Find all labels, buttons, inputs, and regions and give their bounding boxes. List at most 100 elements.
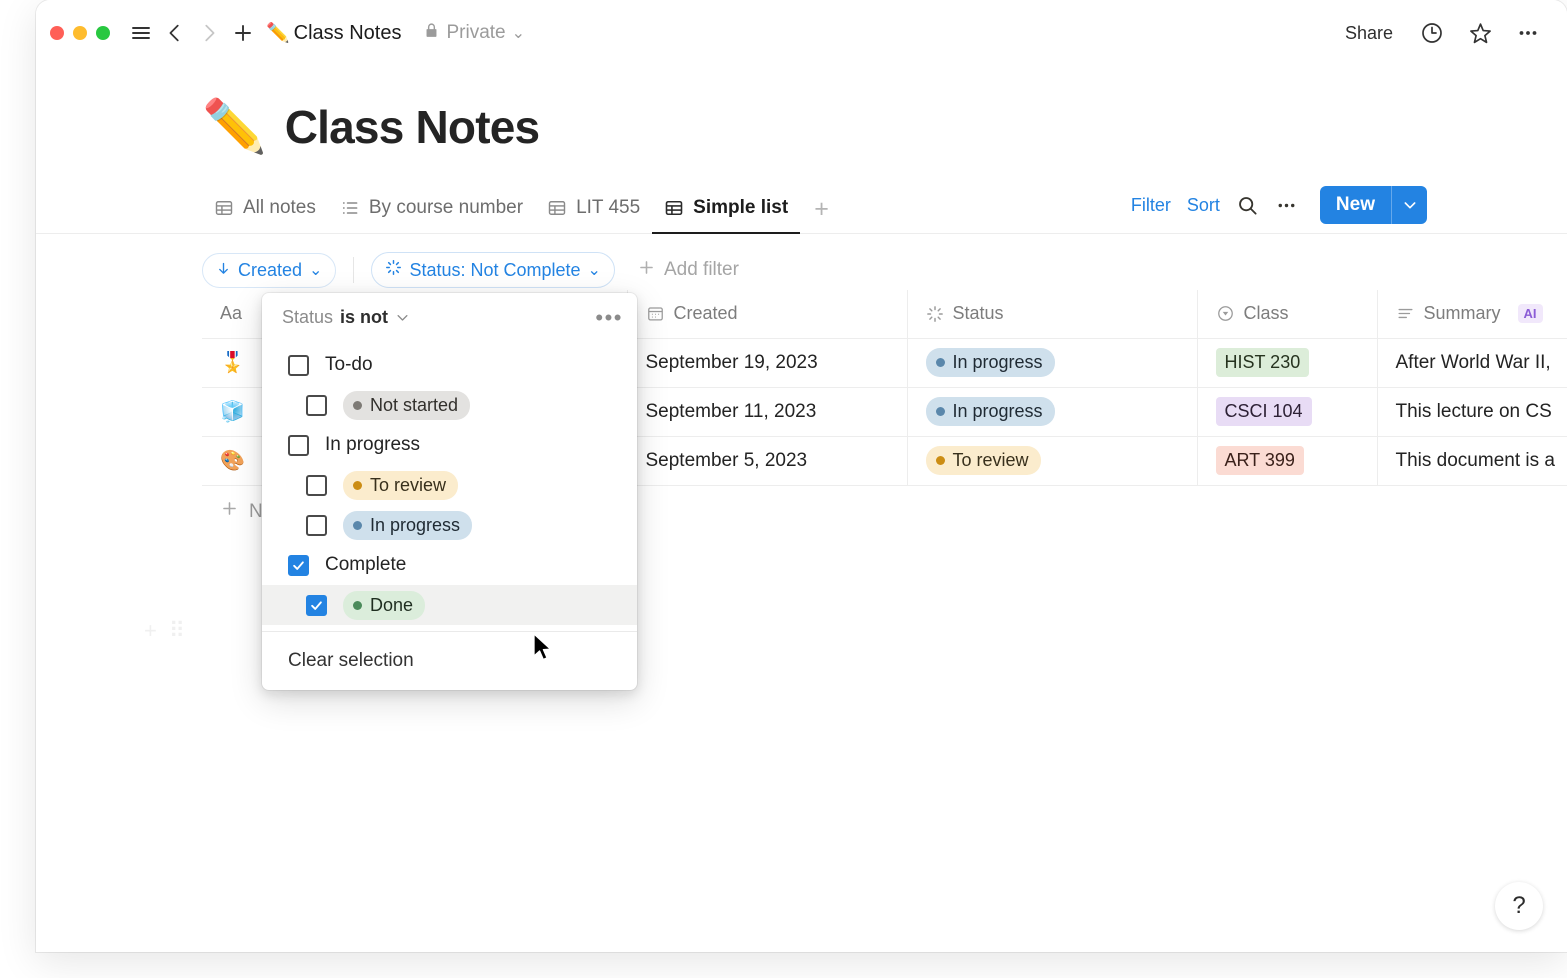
cell-summary[interactable]: This document is a bbox=[1377, 436, 1567, 485]
tab-all-notes[interactable]: All notes bbox=[202, 197, 328, 234]
popup-footer: Clear selection bbox=[262, 631, 637, 690]
status-dot-icon bbox=[353, 601, 362, 610]
option-status-badge: To review bbox=[343, 471, 458, 500]
column-header-status[interactable]: Status bbox=[907, 290, 1197, 338]
option-in-progress-group[interactable]: In progress bbox=[262, 425, 637, 465]
view-ellipsis-icon[interactable] bbox=[1275, 194, 1298, 217]
lock-icon bbox=[423, 22, 440, 45]
calendar-icon bbox=[646, 304, 665, 323]
breadcrumb-page-name[interactable]: Class Notes bbox=[294, 22, 402, 45]
new-record-button[interactable]: New bbox=[1320, 186, 1427, 224]
text-lines-icon bbox=[1396, 304, 1415, 323]
sort-chip-chevron-down-icon: ⌄ bbox=[309, 260, 322, 280]
cell-class[interactable]: HIST 230 bbox=[1197, 338, 1377, 387]
privacy-selector[interactable]: Private ⌄ bbox=[423, 22, 525, 45]
share-button[interactable]: Share bbox=[1337, 19, 1401, 48]
status-badge: In progress bbox=[926, 348, 1055, 377]
page-title: ✏️ Class Notes bbox=[36, 66, 1567, 154]
cell-created[interactable]: September 11, 2023 bbox=[627, 387, 907, 436]
option-to-review[interactable]: To review bbox=[262, 465, 637, 505]
minimize-window-button[interactable] bbox=[73, 26, 87, 40]
sort-chip-created[interactable]: Created ⌄ bbox=[202, 253, 336, 288]
column-header-created[interactable]: Created bbox=[627, 290, 907, 338]
status-dot-icon bbox=[353, 481, 362, 490]
filter-chip-chevron-down-icon: ⌄ bbox=[588, 260, 601, 280]
maximize-window-button[interactable] bbox=[96, 26, 110, 40]
star-icon[interactable] bbox=[1463, 16, 1497, 50]
option-status-badge: Not started bbox=[343, 391, 470, 420]
option-label: Not started bbox=[370, 395, 458, 416]
help-button[interactable]: ? bbox=[1495, 882, 1543, 930]
back-chevron-left-icon[interactable] bbox=[158, 16, 192, 50]
popup-condition-label[interactable]: is not bbox=[340, 307, 388, 328]
popup-ellipsis-icon[interactable]: ••• bbox=[595, 312, 623, 323]
clock-icon[interactable] bbox=[1415, 16, 1449, 50]
clear-selection-button[interactable]: Clear selection bbox=[262, 632, 637, 690]
table-icon bbox=[547, 198, 567, 218]
status-dot-icon bbox=[936, 358, 945, 367]
new-record-chevron-down-icon[interactable] bbox=[1391, 186, 1427, 224]
option-label: In progress bbox=[370, 515, 460, 536]
status-badge: To review bbox=[926, 446, 1041, 475]
cell-class[interactable]: CSCI 104 bbox=[1197, 387, 1377, 436]
breadcrumb-page-emoji: ✏️ bbox=[266, 21, 290, 45]
cell-status[interactable]: In progress bbox=[907, 387, 1197, 436]
class-tag: CSCI 104 bbox=[1216, 397, 1312, 426]
cell-created[interactable]: September 19, 2023 bbox=[627, 338, 907, 387]
titlebar-actions: Share bbox=[1337, 16, 1545, 50]
cell-status[interactable]: In progress bbox=[907, 338, 1197, 387]
cell-status[interactable]: To review bbox=[907, 436, 1197, 485]
add-view-plus-icon[interactable]: + bbox=[800, 197, 839, 233]
option-not-started[interactable]: Not started bbox=[262, 385, 637, 425]
option-to-do[interactable]: To-do bbox=[262, 345, 637, 385]
checkbox[interactable] bbox=[288, 435, 309, 456]
checkbox[interactable] bbox=[306, 475, 327, 496]
checkbox[interactable] bbox=[306, 395, 327, 416]
cell-summary[interactable]: This lecture on CS bbox=[1377, 387, 1567, 436]
add-block-plus-icon[interactable]: + bbox=[144, 618, 157, 644]
filter-chip-status[interactable]: Status: Not Complete ⌄ bbox=[371, 252, 615, 288]
checkbox[interactable] bbox=[288, 355, 309, 376]
app-window: ✏️ Class Notes Private ⌄ Share bbox=[36, 0, 1567, 952]
tab-by-course-number[interactable]: By course number bbox=[328, 197, 535, 234]
column-label: Class bbox=[1244, 303, 1289, 324]
checkbox[interactable] bbox=[306, 515, 327, 536]
desktop-background: ✏️ Class Notes Private ⌄ Share bbox=[0, 0, 1567, 978]
forward-chevron-right-icon[interactable] bbox=[192, 16, 226, 50]
column-header-summary[interactable]: Summary AI bbox=[1377, 290, 1567, 338]
cell-created[interactable]: September 5, 2023 bbox=[627, 436, 907, 485]
hamburger-icon[interactable] bbox=[124, 16, 158, 50]
status-label: In progress bbox=[953, 352, 1043, 373]
new-page-plus-icon[interactable] bbox=[226, 16, 260, 50]
option-complete-group[interactable]: Complete bbox=[262, 545, 637, 585]
tab-label: All notes bbox=[243, 197, 316, 219]
tab-simple-list[interactable]: Simple list bbox=[652, 197, 800, 234]
view-tabs: All notes By course number LIT 455 bbox=[202, 197, 839, 233]
mouse-cursor bbox=[533, 633, 555, 668]
column-header-class[interactable]: Class bbox=[1197, 290, 1377, 338]
option-label: To-do bbox=[325, 354, 373, 376]
status-dot-icon bbox=[353, 401, 362, 410]
sort-button[interactable]: Sort bbox=[1187, 195, 1220, 216]
drag-handle-icon[interactable]: ⠿ bbox=[169, 618, 185, 644]
option-done[interactable]: Done bbox=[262, 585, 637, 625]
option-in-progress[interactable]: In progress bbox=[262, 505, 637, 545]
status-label: In progress bbox=[953, 401, 1043, 422]
cell-summary[interactable]: After World War II, bbox=[1377, 338, 1567, 387]
close-window-button[interactable] bbox=[50, 26, 64, 40]
filter-button[interactable]: Filter bbox=[1131, 195, 1171, 216]
add-filter-button[interactable]: Add filter bbox=[637, 258, 739, 283]
cell-class[interactable]: ART 399 bbox=[1197, 436, 1377, 485]
checkbox-checked[interactable] bbox=[288, 555, 309, 576]
status-spinner-icon bbox=[926, 305, 944, 323]
tab-lit-455[interactable]: LIT 455 bbox=[535, 197, 652, 234]
tab-label: By course number bbox=[369, 197, 523, 219]
column-label: Created bbox=[674, 303, 738, 324]
option-status-badge: In progress bbox=[343, 511, 472, 540]
page-title-text[interactable]: Class Notes bbox=[285, 100, 540, 154]
checkbox-checked[interactable] bbox=[306, 595, 327, 616]
page-emoji-icon[interactable]: ✏️ bbox=[202, 101, 267, 153]
titlebar-ellipsis-icon[interactable] bbox=[1511, 16, 1545, 50]
search-icon[interactable] bbox=[1236, 194, 1259, 217]
popup-condition-chevron-down-icon[interactable] bbox=[395, 310, 410, 325]
